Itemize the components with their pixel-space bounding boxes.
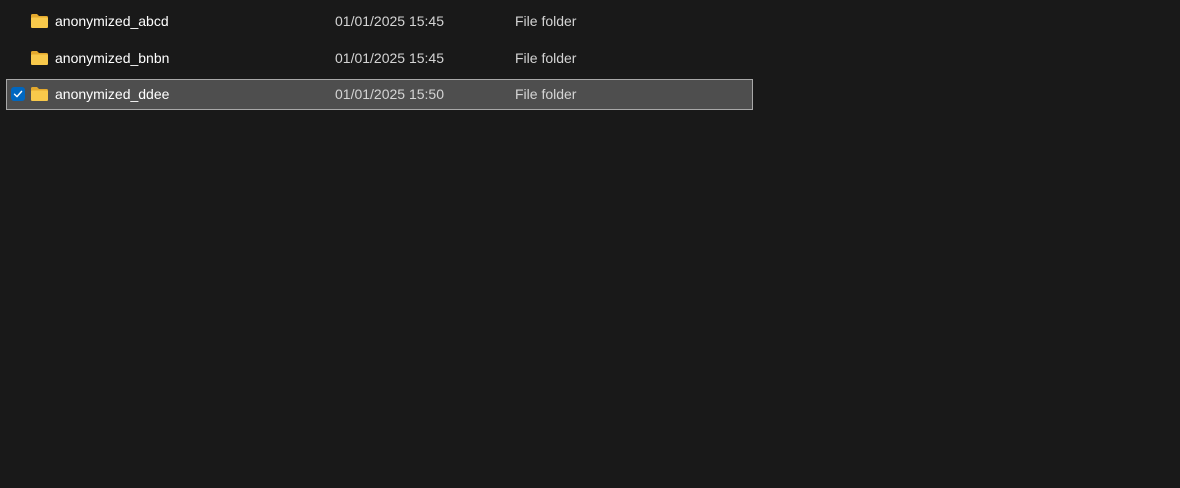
file-type: File folder: [515, 50, 577, 66]
file-row[interactable]: anonymized_bnbn 01/01/2025 15:45 File fo…: [6, 43, 753, 74]
file-name: anonymized_ddee: [55, 86, 170, 102]
file-name: anonymized_bnbn: [55, 50, 170, 66]
file-type: File folder: [515, 13, 577, 29]
file-row-selected[interactable]: anonymized_ddee 01/01/2025 15:50 File fo…: [6, 79, 753, 110]
file-row[interactable]: anonymized_abcd 01/01/2025 15:45 File fo…: [6, 6, 753, 37]
date-modified: 01/01/2025 15:50: [335, 86, 444, 102]
file-list: anonymized_abcd 01/01/2025 15:45 File fo…: [0, 0, 1180, 488]
file-name: anonymized_abcd: [55, 13, 169, 29]
date-modified: 01/01/2025 15:45: [335, 50, 444, 66]
folder-icon: [31, 51, 48, 65]
folder-icon: [31, 87, 48, 101]
checkmark-icon: [13, 90, 23, 98]
row-checkbox-checked[interactable]: [11, 87, 25, 101]
folder-icon: [31, 14, 48, 28]
date-modified: 01/01/2025 15:45: [335, 13, 444, 29]
file-type: File folder: [515, 86, 577, 102]
